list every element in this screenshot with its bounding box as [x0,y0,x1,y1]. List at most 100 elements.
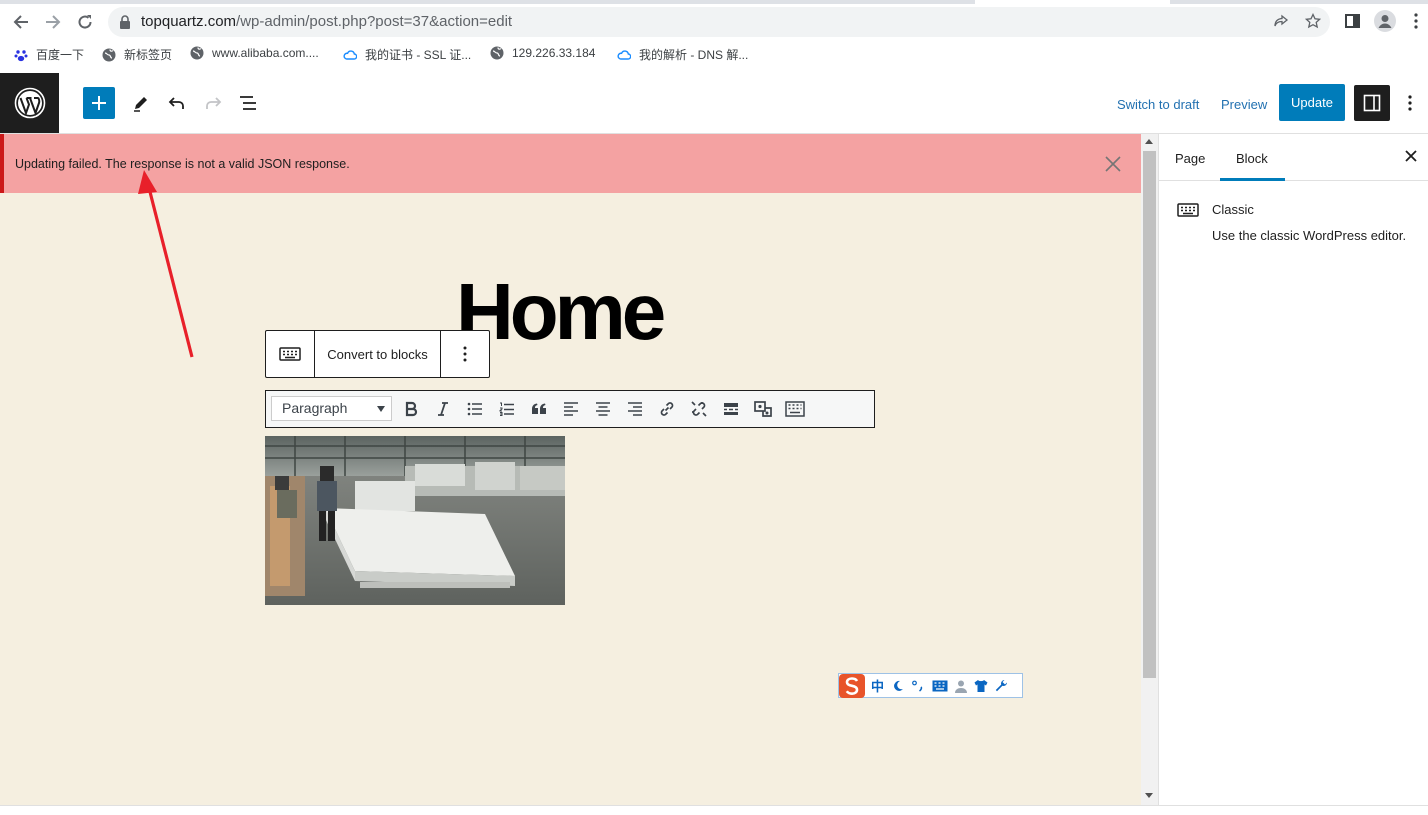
tools-button[interactable] [125,87,157,119]
align-left-button[interactable] [559,397,583,421]
block-card-description: Use the classic WordPress editor. [1212,228,1407,243]
sogou-logo-icon[interactable] [839,673,865,698]
editor-canvas[interactable]: Updating failed. The response is not a v… [0,134,1141,805]
factory-photo-image[interactable] [265,436,565,605]
sidebar-tabs: Page Block [1159,134,1428,181]
align-center-icon [596,402,610,416]
sidebar-toggle-icon [1363,94,1381,112]
format-select[interactable]: Paragraph [271,396,392,421]
active-tab-indicator [1220,178,1285,181]
update-button[interactable]: Update [1279,84,1345,121]
ime-language-toggle[interactable]: 中 [871,676,884,696]
vertical-ellipsis-icon [463,346,467,362]
dismiss-notice-button[interactable] [1103,154,1123,174]
bookmark-item[interactable]: www.alibaba.com.... [190,46,319,60]
list-view-button[interactable] [233,87,265,119]
punctuation-icon[interactable] [912,676,924,696]
cloud-icon [343,49,357,60]
bold-icon [405,401,418,417]
redo-button[interactable] [197,87,229,119]
moon-icon[interactable] [892,676,904,696]
undo-button[interactable] [161,87,193,119]
blockquote-button[interactable] [527,397,551,421]
bookmarks-bar: 百度一下 新标签页 www.alibaba.com.... 我的证书 - SSL… [0,42,1428,68]
profile-avatar[interactable] [1374,10,1396,32]
bold-button[interactable] [399,397,423,421]
italic-button[interactable] [431,397,455,421]
close-sidebar-button[interactable] [1404,149,1420,165]
quote-icon [532,403,546,414]
wrench-icon[interactable] [994,676,1008,696]
remove-link-button[interactable] [687,397,711,421]
toolbar-toggle-button[interactable] [783,397,807,421]
globe-icon [190,46,204,60]
convert-to-blocks-button[interactable]: Convert to blocks [315,331,441,377]
user-icon[interactable] [954,676,968,696]
globe-icon [490,46,504,60]
block-options-button[interactable] [441,331,489,377]
media-icon [754,401,772,417]
url-host: topquartz.com [141,13,237,30]
share-icon[interactable] [1271,13,1291,31]
block-type-button[interactable] [266,331,315,377]
align-right-button[interactable] [623,397,647,421]
scroll-down-arrow-icon[interactable] [1145,793,1153,798]
globe-icon [102,48,116,61]
keyboard-icon[interactable] [932,676,948,696]
bookmark-star-icon[interactable] [1303,12,1323,31]
bookmark-item[interactable]: 129.226.33.184 [490,46,595,60]
tab-page[interactable]: Page [1175,151,1205,166]
reload-icon[interactable] [72,9,98,35]
block-card-title: Classic [1212,202,1254,217]
browser-chrome: topquartz.com/wp-admin/post.php?post=37&… [0,0,1428,72]
scrollbar-thumb[interactable] [1143,151,1156,678]
forward-arrow-icon[interactable] [40,9,66,35]
add-media-button[interactable] [751,397,775,421]
align-center-button[interactable] [591,397,615,421]
bookmark-label: 我的证书 - SSL 证... [365,48,472,62]
caret-down-icon [377,406,385,412]
list-view-icon [240,96,256,110]
add-block-button[interactable] [83,87,115,119]
italic-icon [438,402,448,416]
numbered-list-button[interactable] [495,397,519,421]
skin-shirt-icon[interactable] [974,676,988,696]
unlink-icon [691,401,707,417]
options-button[interactable] [1400,87,1420,119]
bullet-list-button[interactable] [463,397,487,421]
insert-link-button[interactable] [655,397,679,421]
cloud-icon [617,49,631,60]
back-arrow-icon[interactable] [8,9,34,35]
convert-to-blocks-label: Convert to blocks [327,346,428,362]
active-tab[interactable] [975,0,1170,4]
editor-scrollbar[interactable] [1141,134,1158,805]
vertical-ellipsis-icon [1408,95,1412,111]
bookmark-label: www.alibaba.com.... [212,46,319,60]
side-panel-icon[interactable] [1344,12,1362,30]
scroll-up-arrow-icon[interactable] [1145,139,1153,144]
bookmark-item[interactable]: 我的解析 - DNS 解... [617,46,748,63]
align-right-icon [628,402,642,416]
tab-block[interactable]: Block [1236,151,1268,166]
browser-menu-icon[interactable] [1408,12,1424,30]
keyboard-icon [279,347,301,361]
bookmark-item[interactable]: 我的证书 - SSL 证... [343,46,471,63]
preview-link[interactable]: Preview [1221,97,1267,112]
settings-toggle-button[interactable] [1354,85,1390,121]
plus-icon [92,96,106,110]
tab-strip [0,0,1428,4]
address-bar[interactable]: topquartz.com/wp-admin/post.php?post=37&… [108,7,1330,37]
annotation-arrow [138,170,194,358]
switch-to-draft-link[interactable]: Switch to draft [1117,97,1199,112]
keyboard-icon [1177,202,1199,218]
undo-icon [168,97,184,109]
lock-icon [120,15,130,29]
bookmark-item[interactable]: 百度一下 [14,46,84,63]
bookmark-label: 129.226.33.184 [512,46,596,60]
bullet-list-icon [467,402,482,416]
wordpress-logo-icon[interactable] [0,73,59,133]
read-more-icon [724,403,738,415]
read-more-button[interactable] [719,397,743,421]
bookmark-item[interactable]: 新标签页 [102,46,172,63]
close-icon [1105,156,1121,172]
